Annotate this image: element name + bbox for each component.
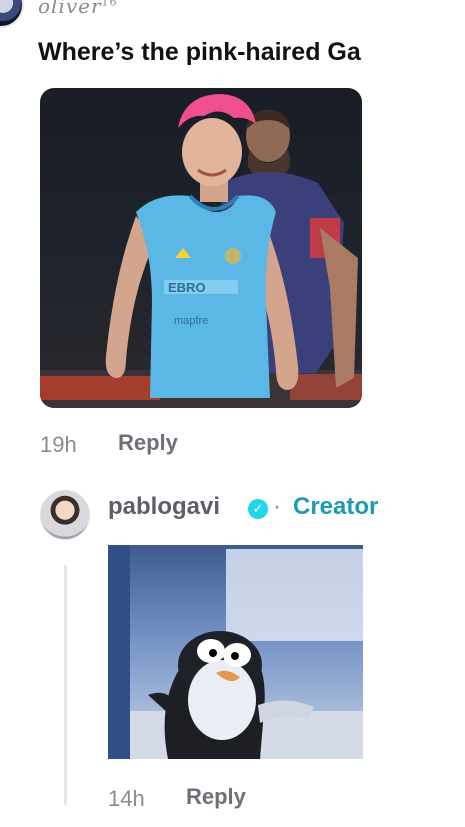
commenter-username-suffix: 16 bbox=[101, 0, 118, 9]
verified-badge-icon: ✓ bbox=[248, 499, 268, 519]
commenter-avatar[interactable] bbox=[0, 0, 24, 28]
reply-gif[interactable] bbox=[108, 545, 363, 759]
reply-username[interactable]: pablogavi bbox=[108, 493, 220, 521]
commenter-username[interactable]: oliver16 bbox=[38, 0, 118, 18]
commenter-username-text: oliver bbox=[38, 0, 102, 18]
jersey-sponsor-text-2: mapfre bbox=[174, 315, 208, 327]
creator-avatar[interactable] bbox=[40, 490, 90, 540]
reply-reply-button[interactable]: Reply bbox=[186, 784, 246, 810]
comment-timestamp: 19h bbox=[40, 432, 77, 457]
creator-label: Creator bbox=[293, 493, 379, 520]
jersey-sponsor-text: EBRO bbox=[168, 280, 206, 295]
reply-timestamp: 14h bbox=[108, 786, 145, 811]
penguin-illustration bbox=[108, 545, 314, 759]
separator-dot: · bbox=[273, 493, 281, 520]
comment-text: Where’s the pink-haired Ga bbox=[38, 38, 361, 66]
comment-photo[interactable]: EBRO mapfre bbox=[40, 88, 362, 408]
reply-button[interactable]: Reply bbox=[118, 430, 178, 456]
thread-line bbox=[64, 565, 67, 805]
photo-players: EBRO mapfre bbox=[105, 94, 358, 398]
